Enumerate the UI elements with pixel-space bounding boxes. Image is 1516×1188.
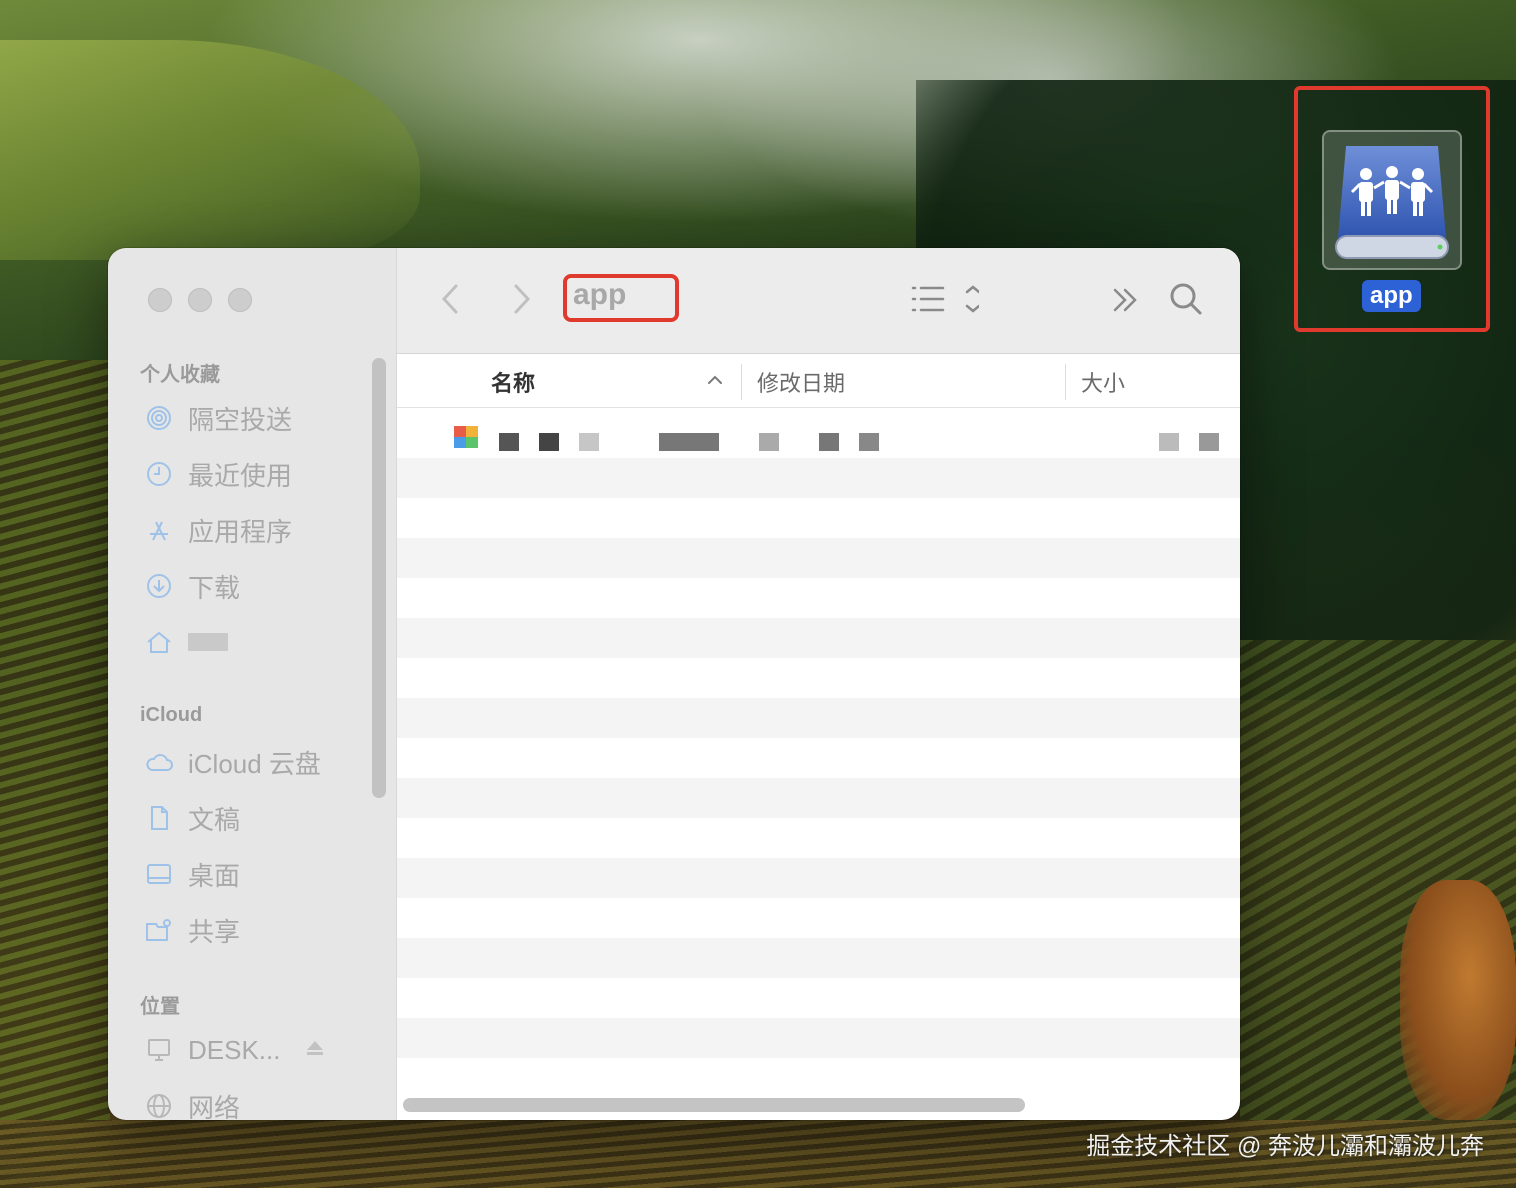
sidebar-item-icloud-drive[interactable]: iCloud 云盘 (144, 742, 321, 782)
table-row (397, 578, 1240, 618)
table-row (397, 698, 1240, 738)
minimize-button[interactable] (188, 288, 212, 312)
table-row (397, 1018, 1240, 1058)
sidebar: 个人收藏 隔空投送 最近使用 应用程序 下载 iCloud iCloud 云盘 … (108, 248, 396, 1120)
table-row (397, 538, 1240, 578)
table-row (397, 738, 1240, 778)
sidebar-item-documents[interactable]: 文稿 (144, 798, 240, 838)
icloud-section-title: iCloud (140, 704, 203, 726)
redacted-date (759, 433, 779, 451)
table-row (397, 618, 1240, 658)
table-row (397, 658, 1240, 698)
airdrop-icon (144, 403, 174, 433)
column-name[interactable]: 名称 (491, 366, 535, 398)
redacted-filename (659, 433, 719, 451)
sidebar-item-label: 文稿 (188, 804, 241, 835)
sidebar-item-label: 共享 (188, 916, 241, 947)
home-icon (144, 627, 174, 657)
table-row[interactable] (397, 408, 1240, 458)
sidebar-item-desk[interactable]: DESK... (144, 1030, 326, 1070)
redacted-filename (499, 433, 519, 451)
sidebar-item-label: DESK... (188, 1034, 281, 1065)
sidebar-item-label: iCloud 云盘 (188, 748, 321, 779)
redacted-size (1159, 433, 1179, 451)
zoom-button[interactable] (228, 288, 252, 312)
chevron-up-icon[interactable] (705, 370, 725, 395)
background-vineyard (0, 360, 110, 1188)
horizontal-scrollbar[interactable] (403, 1098, 1025, 1112)
column-header: 名称 修改日期 大小 (397, 354, 1240, 408)
sidebar-item-label: 隔空投送 (188, 404, 293, 435)
network-drive-icon[interactable] (1322, 130, 1462, 270)
sidebar-item-recents[interactable]: 最近使用 (144, 454, 292, 494)
redacted-date (819, 433, 839, 451)
close-button[interactable] (148, 288, 172, 312)
drive-label[interactable]: app (1362, 280, 1421, 312)
sidebar-item-airdrop[interactable]: 隔空投送 (144, 398, 292, 438)
chevron-left-icon[interactable] (437, 282, 465, 316)
table-row (397, 938, 1240, 978)
toolbar: app (397, 248, 1240, 354)
sidebar-item-home[interactable] (144, 622, 228, 662)
file-list (397, 408, 1240, 1088)
sidebar-item-downloads[interactable]: 下载 (144, 566, 240, 606)
sidebar-item-label: 最近使用 (188, 460, 293, 491)
locations-section-title: 位置 (140, 996, 180, 1018)
favorites-section-title: 个人收藏 (140, 364, 220, 386)
column-divider[interactable] (1065, 364, 1066, 400)
list-view-icon[interactable] (909, 284, 979, 314)
sidebar-item-desktop[interactable]: 桌面 (144, 854, 240, 894)
column-modified[interactable]: 修改日期 (757, 366, 845, 398)
sidebar-item-shared[interactable]: 共享 (144, 910, 240, 950)
column-divider[interactable] (741, 364, 742, 400)
redacted-label (188, 633, 228, 651)
redacted-date (859, 433, 879, 451)
finder-window: 个人收藏 隔空投送 最近使用 应用程序 下载 iCloud iCloud 云盘 … (108, 248, 1240, 1120)
redacted-size (1199, 433, 1219, 451)
sidebar-item-label: 桌面 (188, 860, 241, 891)
chevron-right-icon[interactable] (507, 282, 535, 316)
eject-icon[interactable] (304, 1035, 326, 1066)
app-file-icon (453, 424, 479, 450)
document-icon (144, 803, 174, 833)
file-browser: app 名称 修改日期 大小 (396, 248, 1240, 1120)
window-title: app (573, 278, 627, 311)
search-icon[interactable] (1169, 282, 1203, 316)
watermark: 掘金技术社区 @ 奔波儿灞和灞波儿奔 (1086, 1133, 1484, 1160)
sidebar-item-label: 下载 (188, 572, 241, 603)
table-row (397, 458, 1240, 498)
sidebar-scrollbar[interactable] (372, 358, 386, 798)
background-autumn-tree (1400, 880, 1516, 1120)
table-row (397, 1058, 1240, 1098)
shared-folder-icon (144, 915, 174, 945)
applications-icon (144, 515, 174, 545)
sidebar-item-network[interactable]: 网络 (144, 1086, 240, 1120)
sidebar-item-label: 网络 (188, 1092, 241, 1121)
table-row (397, 978, 1240, 1018)
redacted-filename (579, 433, 599, 451)
column-size[interactable]: 大小 (1081, 366, 1125, 398)
table-row (397, 778, 1240, 818)
table-row (397, 818, 1240, 858)
table-row (397, 858, 1240, 898)
table-row (397, 898, 1240, 938)
sidebar-item-label: 应用程序 (188, 516, 293, 547)
sidebar-item-applications[interactable]: 应用程序 (144, 510, 292, 550)
desktop-icon (144, 859, 174, 889)
cloud-icon (144, 747, 174, 777)
download-icon (144, 571, 174, 601)
background-hills (0, 40, 420, 260)
redacted-filename (539, 433, 559, 451)
computer-icon (144, 1035, 174, 1065)
table-row (397, 498, 1240, 538)
clock-icon (144, 459, 174, 489)
double-chevron-right-icon[interactable] (1111, 286, 1141, 314)
network-icon (144, 1091, 174, 1120)
